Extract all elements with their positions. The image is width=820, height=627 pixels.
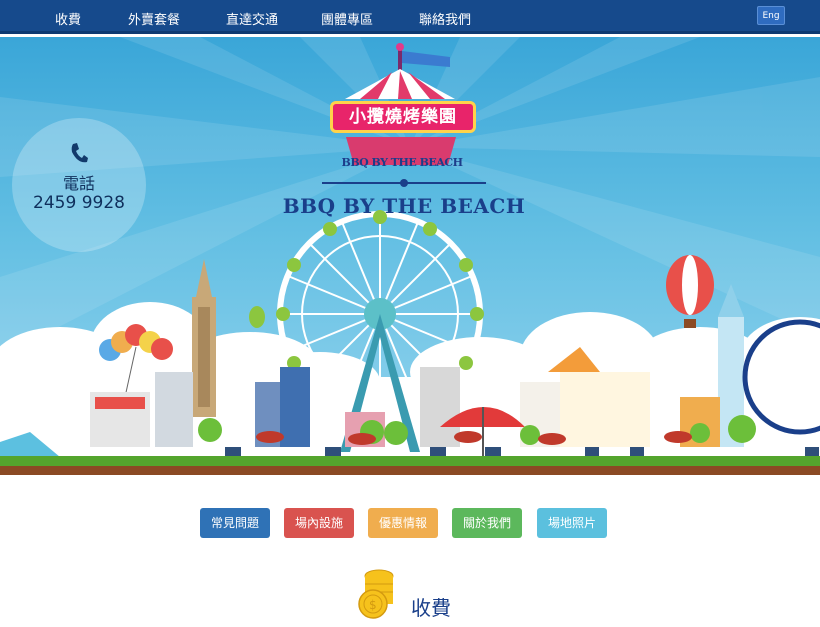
offers-button[interactable]: 優惠情報 [368, 508, 438, 538]
svg-text:$: $ [369, 598, 377, 612]
phone-label: 電話 [62, 174, 95, 193]
coins-icon: $ [358, 569, 394, 619]
hero-banner: 小攬燒烤樂園 BBQ BY THE BEACH BBQ BY THE BEACH… [0, 37, 820, 475]
language-switch-button[interactable]: Eng [757, 6, 785, 25]
nav-item-transport[interactable]: 直達交通 [226, 9, 278, 28]
brand-title: BBQ BY THE BEACH [282, 194, 526, 218]
ground-strip [0, 466, 820, 475]
logo-chinese: 小攬燒烤樂園 [330, 101, 476, 133]
nav-item-takeaway[interactable]: 外賣套餐 [128, 9, 180, 28]
phone-number[interactable]: 2459 9928 [12, 193, 146, 213]
logo-english: BBQ BY THE BEACH [341, 156, 463, 169]
phone-badge: 電話 2459 9928 [12, 118, 146, 252]
quick-links: 常見問題 場內設施 優惠情報 關於我們 場地照片 [0, 508, 820, 538]
nav-item-group[interactable]: 團體專區 [321, 9, 373, 28]
facilities-button[interactable]: 場內設施 [284, 508, 354, 538]
fees-section-header: $ 收費 [355, 566, 485, 620]
hot-air-balloon [666, 255, 714, 328]
faq-button[interactable]: 常見問題 [200, 508, 270, 538]
nav-item-fees[interactable]: 收費 [55, 9, 81, 28]
phone-icon [71, 143, 88, 163]
top-nav: 收費 外賣套餐 直達交通 團體專區 聯絡我們 Eng [0, 0, 820, 34]
venue-photos-button[interactable]: 場地照片 [537, 508, 607, 538]
grass-strip [0, 456, 820, 466]
nav-item-contact[interactable]: 聯絡我們 [419, 9, 471, 28]
about-us-button[interactable]: 關於我們 [452, 508, 522, 538]
section-title: 收費 [411, 596, 451, 620]
skyscraper [192, 259, 216, 417]
